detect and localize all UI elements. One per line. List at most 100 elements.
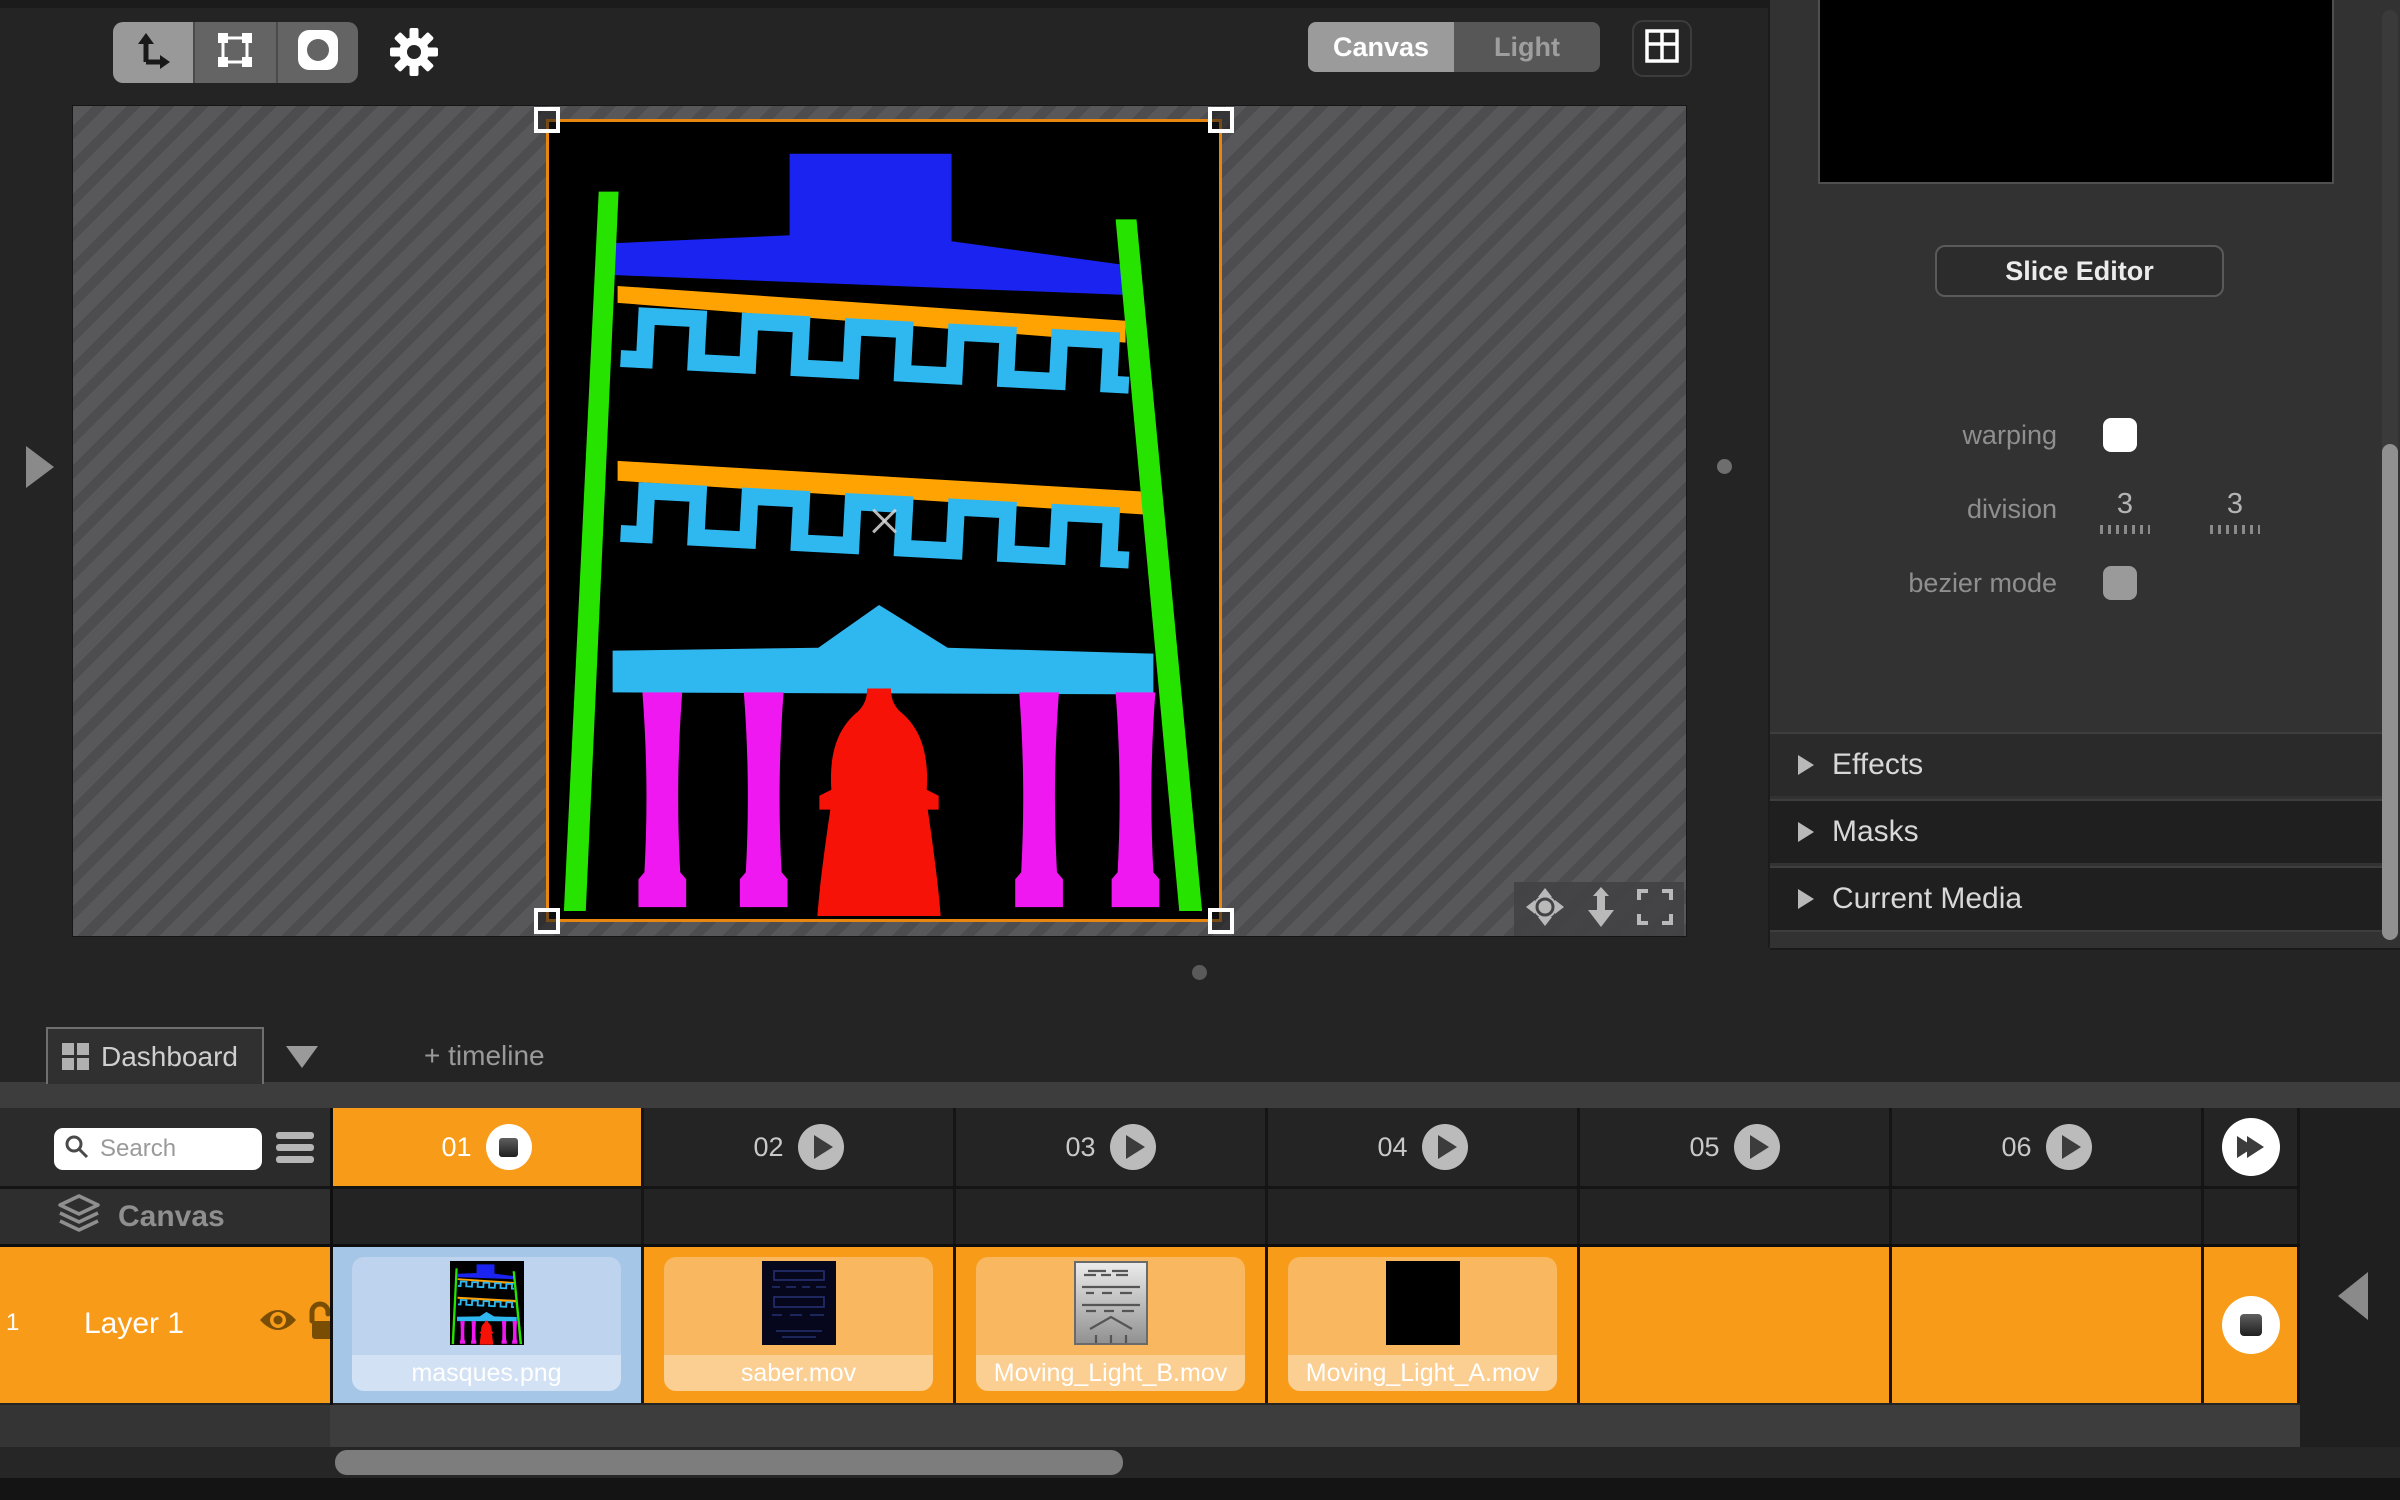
layer-stop-icon[interactable] [2221, 1296, 2280, 1354]
warping-label: warping [1962, 420, 2057, 450]
column-header-02[interactable]: 02 [644, 1108, 956, 1186]
corner-handle-top-right[interactable] [1208, 107, 1234, 133]
tab-dashboard[interactable]: Dashboard [46, 1027, 264, 1084]
layer-row-header[interactable]: 1 Layer 1 [0, 1247, 338, 1403]
slice-properties-panel: Slice Editor warping division 3 3 bezier… [1770, 0, 2400, 950]
bottom-strip [0, 1478, 2400, 1500]
collapse-right-panel-arrow[interactable] [2338, 1272, 2368, 1320]
division-x-field[interactable]: 3 [2100, 488, 2150, 534]
current-media-section-label: Current Media [1832, 882, 2023, 915]
search-icon [64, 1134, 90, 1165]
media-cell-moving-light-b[interactable]: Moving_Light_B.mov [956, 1247, 1268, 1403]
dashboard-tab-label: Dashboard [101, 1040, 238, 1072]
canvas-cell[interactable] [644, 1189, 956, 1244]
transform-tool-icon [216, 31, 254, 74]
media-card: Moving_Light_A.mov [1288, 1257, 1557, 1391]
fast-forward-icon[interactable] [2221, 1118, 2280, 1176]
media-cell-saber[interactable]: saber.mov [644, 1247, 956, 1403]
right-panel-scrollbar-thumb[interactable] [2382, 444, 2398, 940]
canvas-viewport[interactable] [72, 105, 1687, 937]
division-y-field[interactable]: 3 [2210, 488, 2260, 534]
play-column-icon[interactable] [1421, 1124, 1468, 1170]
layer-stop-cell[interactable] [2204, 1247, 2300, 1403]
panel-resize-dot-right[interactable] [1717, 459, 1732, 474]
corner-handle-bottom-left[interactable] [534, 908, 560, 934]
division-y-value: 3 [2226, 488, 2244, 520]
view-toggle-light[interactable]: Light [1454, 22, 1600, 72]
bezier-mode-label: bezier mode [1908, 568, 2057, 598]
warping-checkbox[interactable] [2103, 418, 2137, 452]
pan-view-icon[interactable] [1524, 886, 1566, 933]
tool-segmented-control [113, 22, 358, 83]
layer-visibility-eye-icon[interactable] [258, 1307, 298, 1338]
empty-cell[interactable] [1580, 1247, 1892, 1403]
bezier-mode-checkbox[interactable] [2103, 566, 2137, 600]
search-box[interactable] [54, 1128, 262, 1170]
canvas-cell[interactable] [1892, 1189, 2204, 1244]
mask-tool-button[interactable] [277, 22, 358, 83]
canvas-cell[interactable] [2204, 1189, 2300, 1244]
masks-section-header[interactable]: Masks [1770, 799, 2382, 863]
column-header-04[interactable]: 04 [1268, 1108, 1580, 1186]
list-menu-icon[interactable] [276, 1132, 314, 1168]
empty-cell[interactable] [1892, 1247, 2204, 1403]
canvas-cell[interactable] [332, 1189, 644, 1244]
expand-left-panel-arrow[interactable] [26, 446, 54, 488]
projection-surface[interactable] [534, 107, 1234, 934]
current-media-section-header[interactable]: Current Media [1770, 866, 2382, 932]
play-column-icon[interactable] [797, 1124, 844, 1170]
layer-name[interactable]: Layer 1 [84, 1307, 184, 1341]
dashboard-grid-icon [62, 1043, 89, 1070]
play-column-icon[interactable] [1733, 1124, 1780, 1170]
media-thumbnail [1385, 1261, 1460, 1350]
grid-layout-icon [1644, 28, 1680, 69]
corner-handle-bottom-right[interactable] [1208, 908, 1234, 934]
canvas-cell[interactable] [1580, 1189, 1892, 1244]
canvas-row-label: Canvas [118, 1199, 225, 1233]
canvas-row-header[interactable]: Canvas [0, 1189, 332, 1244]
dashboard-tab-dropdown-caret[interactable] [286, 1046, 318, 1068]
column-header-06[interactable]: 06 [1892, 1108, 2204, 1186]
view-toggle-canvas[interactable]: Canvas [1308, 22, 1454, 72]
fullscreen-icon[interactable] [1636, 888, 1674, 931]
division-label: division [1966, 494, 2057, 524]
canvas-cell[interactable] [956, 1189, 1268, 1244]
app-window: Canvas Light Slice Editor warping divisi… [0, 0, 2400, 1500]
media-thumbnail [761, 1261, 836, 1350]
media-filename: masques.png [352, 1355, 621, 1391]
masks-section-label: Masks [1832, 815, 1919, 848]
panel-resize-dot-bottom[interactable] [1192, 965, 1207, 980]
fit-height-icon[interactable] [1585, 886, 1617, 932]
layer-row-cells: masques.png saber.mov Moving_Light_B.mov… [332, 1247, 2300, 1403]
fast-forward-column[interactable] [2204, 1108, 2300, 1186]
media-card: saber.mov [664, 1257, 933, 1391]
corner-handle-top-left[interactable] [534, 107, 560, 133]
slice-editor-button[interactable]: Slice Editor [1935, 245, 2224, 297]
add-timeline-button[interactable]: + timeline [424, 1040, 545, 1072]
division-y-ticks [2210, 525, 2260, 534]
column-label: 06 [2001, 1131, 2032, 1162]
timeline-scrollbar-thumb[interactable] [335, 1450, 1123, 1475]
output-preview [1818, 0, 2334, 184]
column-header-01[interactable]: 01 [332, 1108, 644, 1186]
media-cell-masques[interactable]: masques.png [332, 1247, 644, 1403]
viewport-tools-tray [1514, 882, 1684, 936]
transform-tool-button[interactable] [195, 22, 278, 83]
play-column-icon[interactable] [2045, 1124, 2092, 1170]
settings-gear-icon[interactable] [388, 26, 440, 78]
window-layout-button[interactable] [1632, 20, 1692, 77]
column-header-05[interactable]: 05 [1580, 1108, 1892, 1186]
move-tool-button[interactable] [113, 22, 196, 83]
column-label: 03 [1065, 1131, 1096, 1162]
play-column-icon[interactable] [1109, 1124, 1156, 1170]
search-input[interactable] [98, 1134, 242, 1164]
media-cell-moving-light-a[interactable]: Moving_Light_A.mov [1268, 1247, 1580, 1403]
column-label: 02 [753, 1131, 784, 1162]
move-tool-icon [134, 31, 172, 74]
column-header-03[interactable]: 03 [956, 1108, 1268, 1186]
media-card: masques.png [352, 1257, 621, 1391]
stop-column-icon[interactable] [485, 1124, 532, 1170]
canvas-cell[interactable] [1268, 1189, 1580, 1244]
column-header-row: 01 02 03 04 05 06 [332, 1108, 2300, 1186]
effects-section-header[interactable]: Effects [1770, 732, 2382, 796]
